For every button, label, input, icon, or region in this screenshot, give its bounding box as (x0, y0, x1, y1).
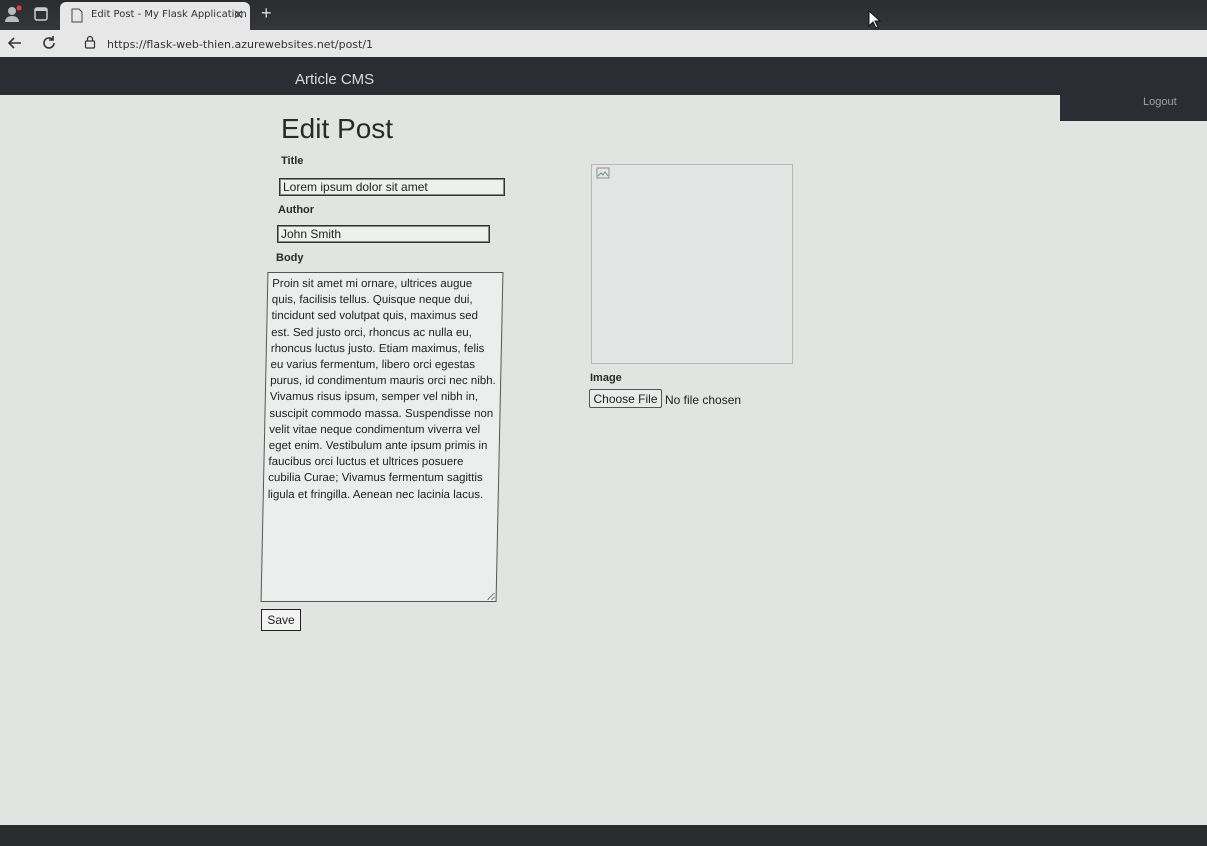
brand-link[interactable]: Article CMS (295, 71, 374, 88)
close-icon[interactable]: ✕ (233, 7, 244, 23)
page-title: Edit Post (281, 113, 394, 144)
bottom-bar (0, 825, 1207, 846)
tab-actions-icon[interactable] (34, 7, 48, 21)
save-button[interactable]: Save (261, 609, 301, 631)
mouse-cursor-icon (868, 10, 882, 29)
url-field[interactable]: https://flask-web-thien.azurewebsites.ne… (107, 38, 373, 51)
page-icon (71, 8, 83, 23)
author-label: Author (278, 204, 315, 216)
image-label: Image (590, 372, 622, 384)
tab-title: Edit Post - My Flask Application (91, 9, 247, 20)
navbar-right-section (1060, 91, 1207, 121)
profile-icon[interactable] (4, 5, 22, 23)
image-preview (591, 164, 793, 364)
reload-icon[interactable] (40, 34, 58, 52)
choose-file-button[interactable]: Choose File (589, 389, 662, 408)
new-tab-icon[interactable]: + (261, 3, 272, 24)
lock-icon[interactable] (84, 35, 96, 49)
title-label: Title (281, 155, 304, 167)
author-input[interactable] (277, 225, 490, 243)
logout-link[interactable]: Logout (1143, 96, 1177, 108)
address-bar: https://flask-web-thien.azurewebsites.ne… (0, 30, 1207, 57)
back-arrow-icon[interactable] (6, 34, 24, 52)
body-label: Body (276, 252, 304, 264)
browser-tab-strip: Edit Post - My Flask Application ✕ + (0, 0, 1207, 30)
title-input[interactable] (279, 178, 505, 196)
file-status-text: No file chosen (665, 393, 742, 407)
site-navbar (0, 57, 1207, 95)
body-textarea[interactable]: Proin sit amet mi ornare, ultrices augue… (260, 272, 504, 602)
browser-tab[interactable]: Edit Post - My Flask Application ✕ (60, 2, 250, 30)
broken-image-icon (596, 167, 610, 179)
